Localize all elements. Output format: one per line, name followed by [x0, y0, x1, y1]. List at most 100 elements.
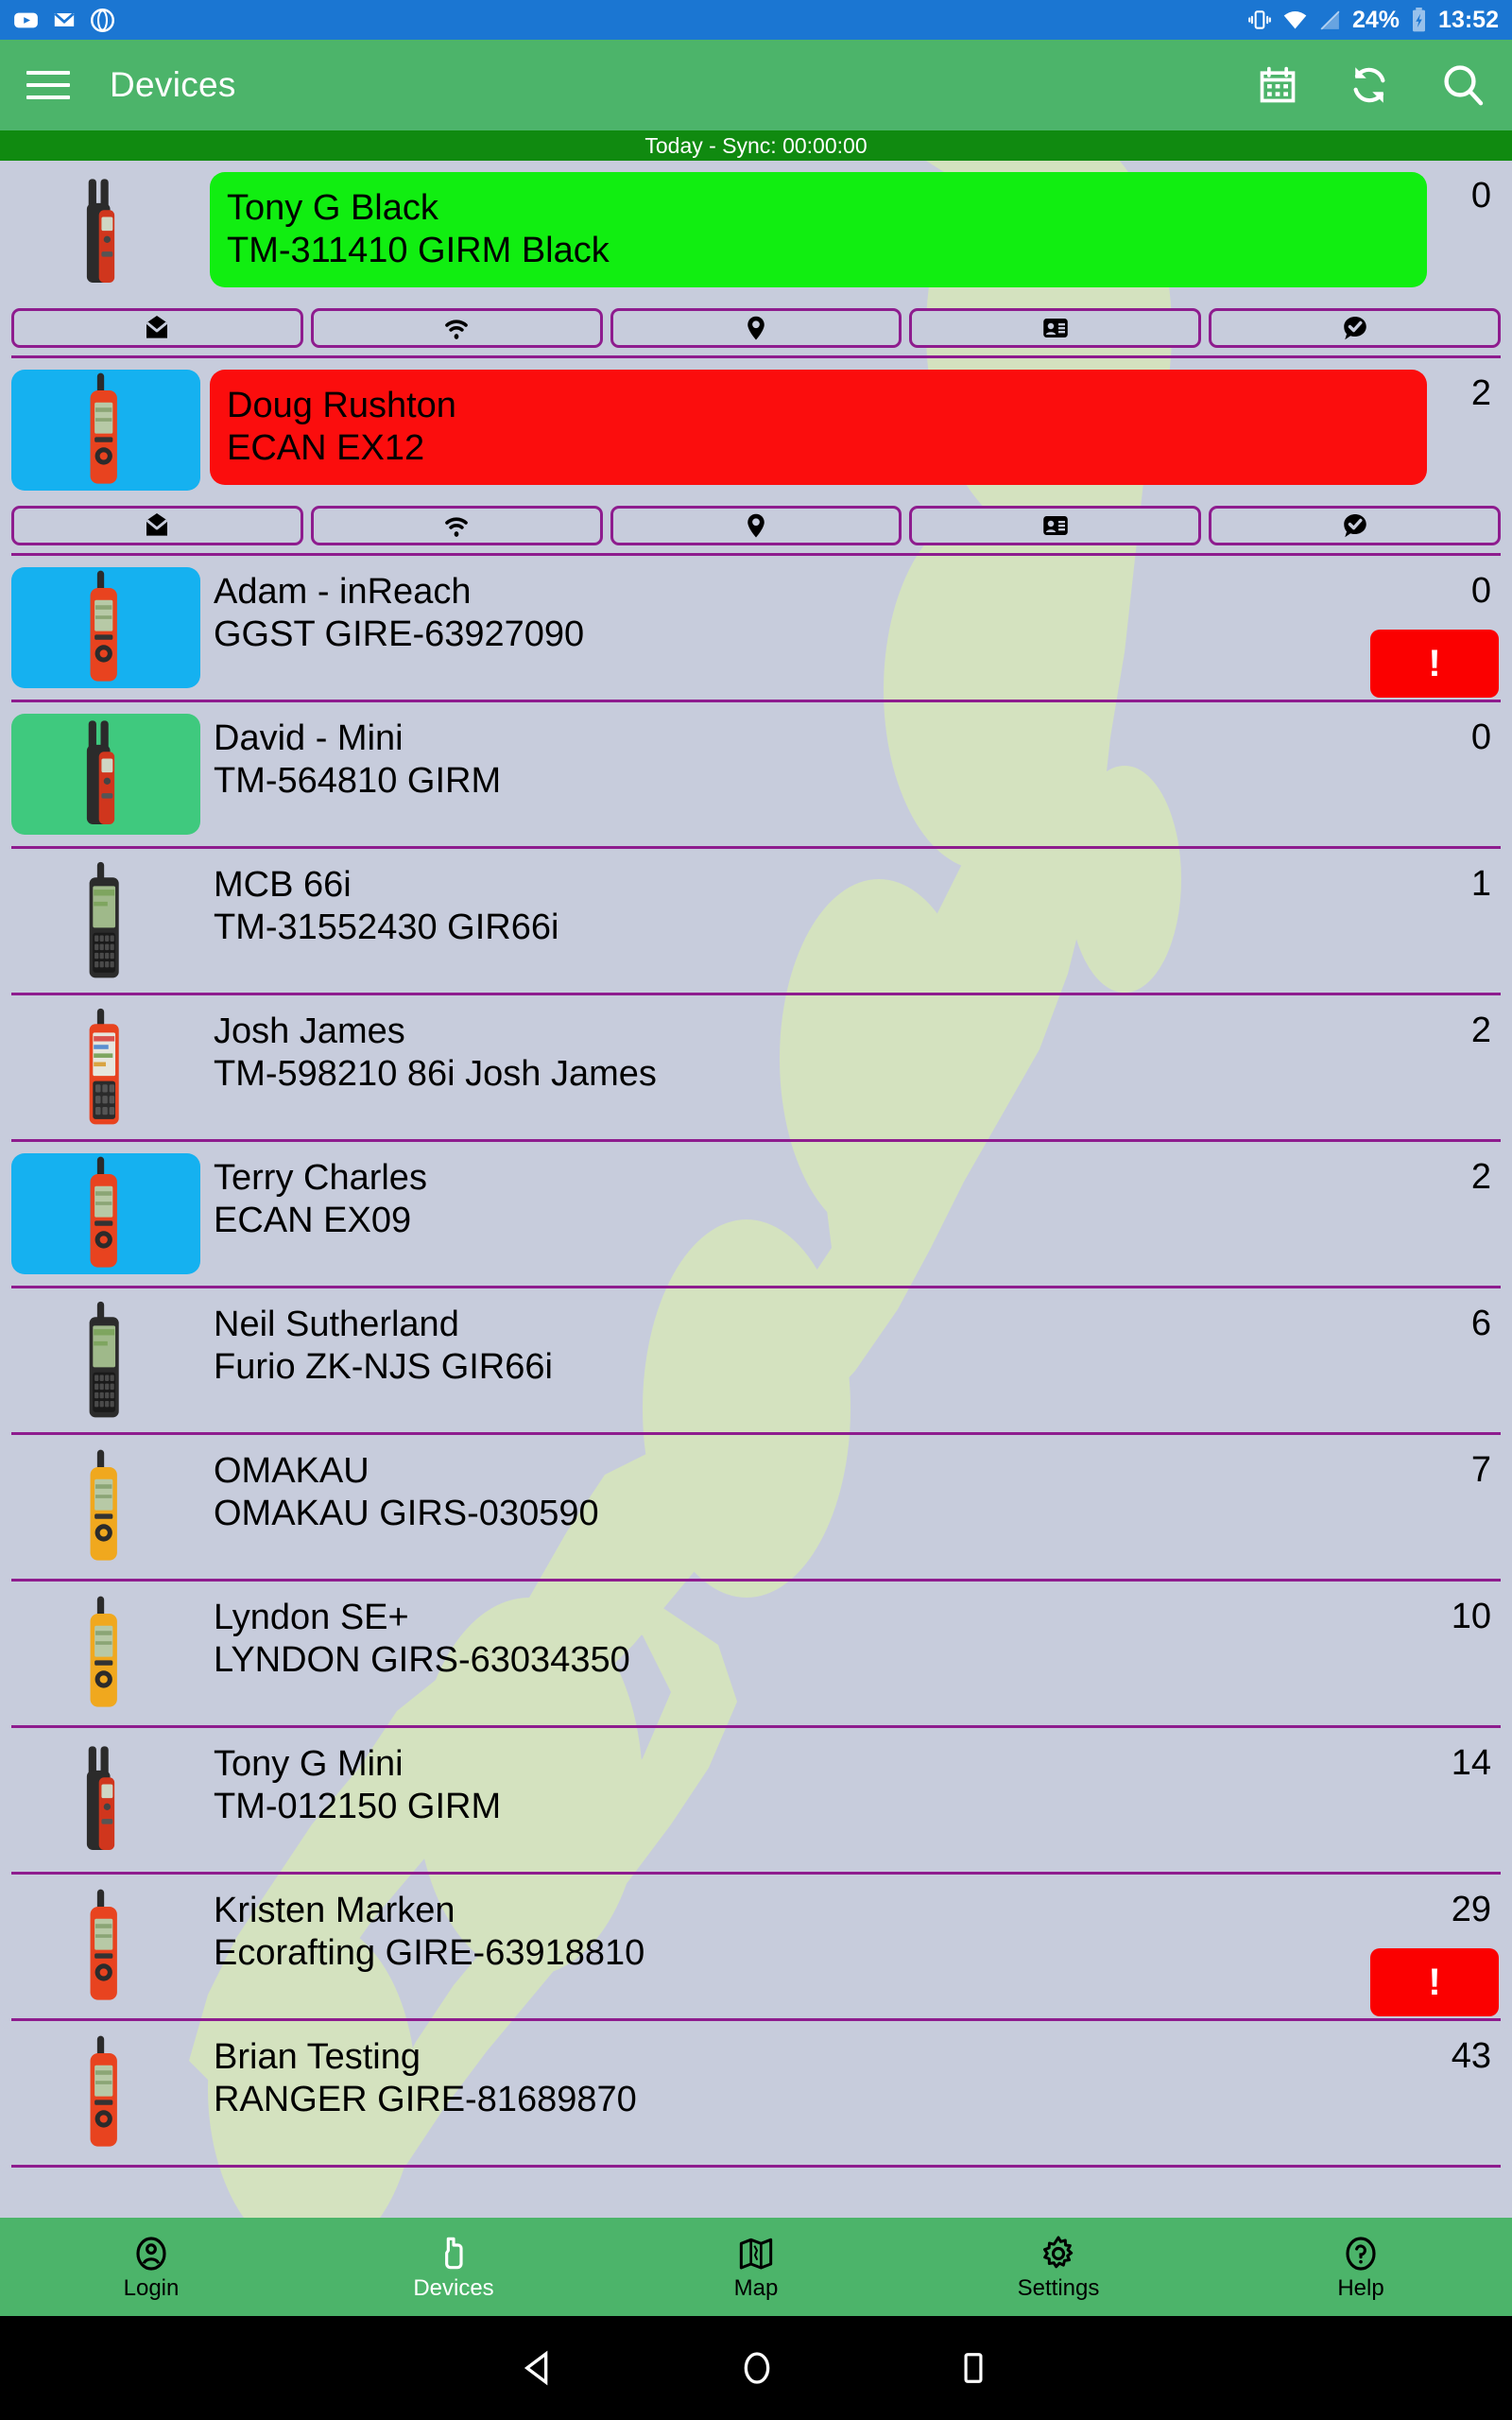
gear-icon: [1043, 2236, 1074, 2268]
message-count: 43: [1451, 2036, 1491, 2076]
device-name: MCB 66i: [214, 865, 352, 905]
device-name: Tony G Mini: [214, 1744, 404, 1784]
device-row[interactable]: Neil Sutherland Furio ZK-NJS GIR66i 6: [0, 1288, 1512, 1432]
device-row[interactable]: MCB 66i TM-31552430 GIR66i 1: [0, 849, 1512, 993]
device-identifier: Ecorafting GIRE-63918810: [214, 1932, 645, 1973]
action-button-location-pin[interactable]: [610, 506, 902, 545]
inreach-explorer-device-icon: [90, 372, 117, 484]
device-icon-container[interactable]: [11, 860, 200, 981]
inreach-explorer-device-icon: [90, 1889, 117, 2000]
message-count: 14: [1451, 1743, 1491, 1783]
sync-refresh-icon[interactable]: [1348, 63, 1391, 107]
back-triangle-icon[interactable]: [521, 2349, 558, 2387]
recents-square-icon[interactable]: [955, 2350, 991, 2386]
vibrate-icon: [1248, 10, 1271, 29]
action-button-contact-card[interactable]: [909, 506, 1202, 545]
device-name: OMAKAU: [214, 1451, 369, 1491]
device-row[interactable]: Doug Rushton ECAN EX12 2: [0, 358, 1512, 502]
device-icon-container[interactable]: [11, 1153, 200, 1274]
gmail-icon: [53, 11, 76, 28]
device-text-block[interactable]: Kristen Marken Ecorafting GIRE-63918810: [200, 1886, 1493, 1975]
inreach-se-device-icon: [90, 1449, 117, 1561]
device-icon-container[interactable]: [11, 1886, 200, 2007]
checkin-icon: [1343, 514, 1366, 538]
action-button-contact-card[interactable]: [909, 308, 1202, 348]
device-name: Josh James: [214, 1011, 405, 1051]
device-list-region[interactable]: Tony G Black TM-311410 GIRM Black 0 Doug Ru…: [0, 161, 1512, 2316]
device-text-block[interactable]: OMAKAU OMAKAU GIRS-030590: [200, 1446, 1493, 1535]
device-icon-container[interactable]: [11, 1007, 200, 1128]
device-identifier: ECAN EX09: [214, 1200, 412, 1240]
inreach-mini-device-icon: [86, 179, 115, 284]
device-name: Tony G Black: [227, 188, 438, 228]
alert-button[interactable]: !: [1370, 1948, 1499, 2016]
device-name: Terry Charles: [214, 1158, 427, 1198]
device-identifier: OMAKAU GIRS-030590: [214, 1493, 599, 1533]
device-text-block[interactable]: MCB 66i TM-31552430 GIR66i: [200, 860, 1493, 949]
nav-item-login[interactable]: Login: [0, 2235, 302, 2300]
device-identifier: TM-31552430 GIR66i: [214, 907, 559, 947]
device-row[interactable]: Tony G Black TM-311410 GIRM Black 0: [0, 161, 1512, 304]
device-text-block[interactable]: Lyndon SE+ LYNDON GIRS-63034350: [200, 1593, 1493, 1682]
device-name: Kristen Marken: [214, 1891, 455, 1930]
device-row[interactable]: Tony G Mini TM-012150 GIRM 14: [0, 1728, 1512, 1872]
nav-item-settings[interactable]: Settings: [907, 2235, 1210, 2300]
nav-item-label: Devices: [413, 2274, 494, 2301]
message-count: 29: [1451, 1890, 1491, 1929]
device-text-block[interactable]: Tony G Black TM-311410 GIRM Black: [210, 172, 1427, 287]
nav-item-map[interactable]: Map: [605, 2235, 907, 2300]
message-count: 7: [1470, 1450, 1491, 1490]
device-row[interactable]: Adam - inReach GGST GIRE-63927090 0!: [0, 556, 1512, 700]
device-text-block[interactable]: Josh James TM-598210 86i Josh James: [200, 1007, 1493, 1096]
device-icon-container[interactable]: [11, 714, 200, 835]
message-icon: [146, 513, 168, 536]
status-bar-right-icons: 24% 13:52: [1247, 7, 1499, 34]
device-list[interactable]: Tony G Black TM-311410 GIRM Black 0 Doug Ru…: [0, 161, 1512, 2168]
device-row[interactable]: OMAKAU OMAKAU GIRS-030590 7: [0, 1435, 1512, 1579]
device-text-block[interactable]: Adam - inReach GGST GIRE-63927090: [200, 567, 1493, 656]
action-button-wifi[interactable]: [310, 308, 603, 348]
device-icon-container[interactable]: [11, 567, 200, 688]
nav-item-devices[interactable]: Devices: [302, 2235, 605, 2300]
device-row[interactable]: David - Mini TM-564810 GIRM 0: [0, 702, 1512, 846]
action-button-checkin[interactable]: [1209, 308, 1501, 348]
device-row[interactable]: Kristen Marken Ecorafting GIRE-63918810 29…: [0, 1875, 1512, 2018]
hamburger-menu-icon[interactable]: [26, 71, 70, 99]
device-text-block[interactable]: Doug Rushton ECAN EX12: [210, 370, 1427, 485]
device-row[interactable]: Brian Testing RANGER GIRE-81689870 43: [0, 2021, 1512, 2165]
device-text-block[interactable]: David - Mini TM-564810 GIRM: [200, 714, 1493, 803]
device-name: Neil Sutherland: [214, 1305, 459, 1344]
action-button-wifi[interactable]: [310, 506, 603, 545]
alert-button[interactable]: !: [1370, 630, 1499, 698]
action-button-location-pin[interactable]: [610, 308, 902, 348]
device-text-block[interactable]: Brian Testing RANGER GIRE-81689870: [200, 2032, 1493, 2121]
device-icon-container[interactable]: [11, 370, 200, 491]
device-icon-container[interactable]: [11, 172, 200, 293]
nav-item-help[interactable]: Help: [1210, 2235, 1512, 2300]
device-icon-container[interactable]: [11, 1300, 200, 1421]
action-button-message[interactable]: [11, 308, 303, 348]
device-row[interactable]: Lyndon SE+ LYNDON GIRS-63034350 10: [0, 1582, 1512, 1725]
inreach-mini-device-icon: [86, 720, 115, 825]
message-icon: [146, 316, 168, 338]
calendar-icon[interactable]: [1257, 64, 1298, 106]
inreach-explorer-device-icon: [90, 2035, 117, 2147]
home-circle-icon[interactable]: [738, 2349, 776, 2387]
device-row[interactable]: Josh James TM-598210 86i Josh James 2: [0, 995, 1512, 1139]
action-button-checkin[interactable]: [1209, 506, 1501, 545]
action-button-message[interactable]: [11, 506, 303, 545]
device-text-block[interactable]: Tony G Mini TM-012150 GIRM: [200, 1739, 1493, 1828]
message-count: 6: [1470, 1304, 1491, 1343]
device-icon-container[interactable]: [11, 2032, 200, 2153]
checkin-icon: [1343, 317, 1366, 340]
device-row[interactable]: Terry Charles ECAN EX09 2: [0, 1142, 1512, 1286]
device-text-block[interactable]: Terry Charles ECAN EX09: [200, 1153, 1493, 1242]
gpsmap-66i-device-icon: [89, 861, 119, 978]
message-count: 0: [1470, 571, 1491, 611]
signal-off-icon: [1320, 9, 1340, 30]
search-icon[interactable]: [1440, 62, 1486, 108]
device-text-block[interactable]: Neil Sutherland Furio ZK-NJS GIR66i: [200, 1300, 1493, 1389]
device-icon-container[interactable]: [11, 1739, 200, 1860]
device-icon-container[interactable]: [11, 1446, 200, 1567]
device-icon-container[interactable]: [11, 1593, 200, 1714]
